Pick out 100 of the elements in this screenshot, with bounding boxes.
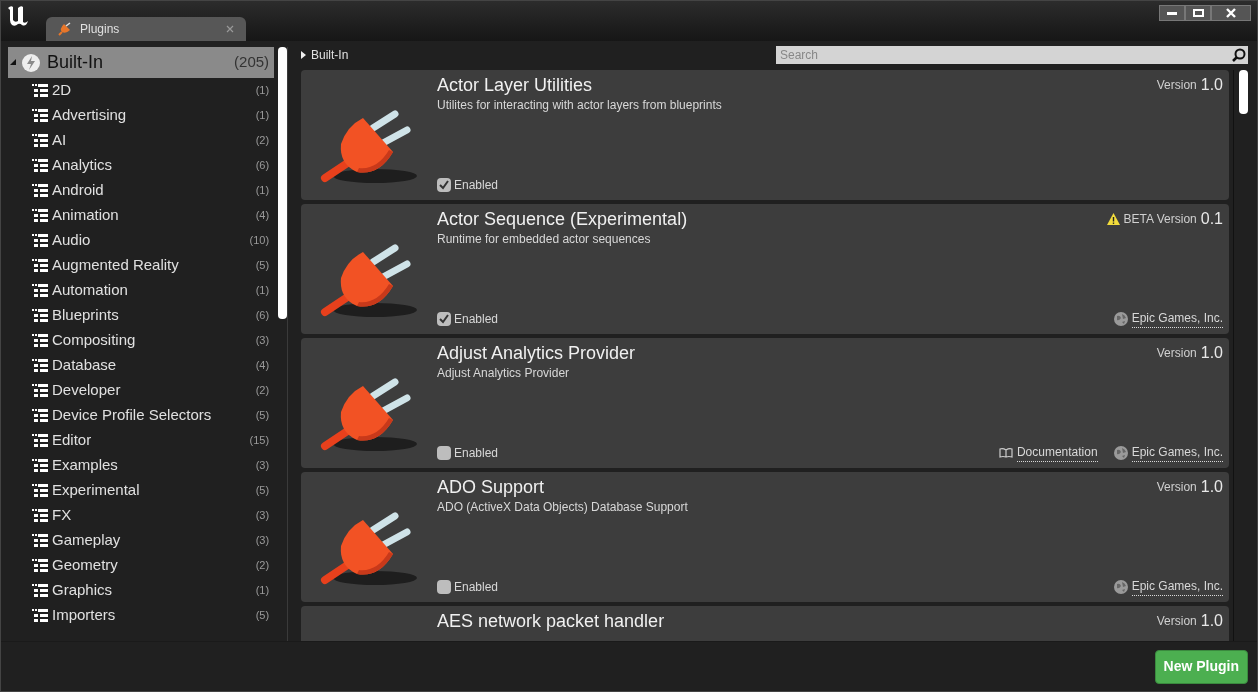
version-label: BETA Version [1123, 211, 1197, 228]
plugin-card[interactable]: Actor Layer Utilities Utilites for interacting with actor layers from blueprints Version 1.0 Enabled [301, 70, 1229, 200]
check-icon [439, 180, 449, 190]
item-label: Device Profile Selectors [52, 405, 213, 426]
list-icon [32, 209, 48, 222]
list-icon [32, 134, 48, 147]
item-count: (5) [255, 408, 270, 424]
item-label: Advertising [52, 105, 128, 126]
list-icon [32, 484, 48, 497]
item-count: (5) [255, 258, 270, 274]
tree-item[interactable]: AI (2) [8, 128, 275, 153]
item-label: Animation [52, 205, 120, 226]
tree-item[interactable]: Automation (1) [8, 278, 275, 303]
enabled-label: Enabled [454, 177, 499, 194]
maximize-icon [1192, 9, 1204, 17]
item-label: Importers [52, 605, 117, 626]
item-count: (4) [255, 208, 270, 224]
scrollbar-thumb[interactable] [278, 47, 287, 319]
plugins-tab[interactable]: Plugins [46, 17, 246, 41]
plugin-title: Actor Sequence (Experimental) [437, 208, 688, 231]
tree-item[interactable]: Blueprints (6) [8, 303, 275, 328]
item-count: (6) [255, 308, 270, 324]
plugin-card[interactable]: Adjust Analytics Provider Adjust Analytics Provider Version 1.0 Enabled Documentation Epic Games, Inc. [301, 338, 1229, 468]
plugin-card[interactable]: ADO Support ADO (ActiveX Data Objects) Database Support Version 1.0 Enabled Epic Games, Inc. [301, 472, 1229, 602]
tree-item[interactable]: Animation (4) [8, 203, 275, 228]
item-label: Analytics [52, 155, 114, 176]
list-icon [32, 459, 48, 472]
item-label: 2D [52, 80, 73, 101]
item-label: Editor [52, 430, 93, 451]
tree-item[interactable]: Editor (15) [8, 428, 275, 453]
tree-item[interactable]: Geometry (2) [8, 553, 275, 578]
tree-item[interactable]: Graphics (1) [8, 578, 275, 603]
version-number: 1.0 [1200, 612, 1223, 630]
list-icon [32, 509, 48, 522]
list-icon [32, 184, 48, 197]
item-count: (6) [255, 158, 270, 174]
tree-item[interactable]: Database (4) [8, 353, 275, 378]
version-number: 1.0 [1200, 478, 1223, 496]
category-count: (205) [234, 52, 270, 73]
close-icon [1226, 8, 1236, 18]
item-label: Android [52, 180, 105, 201]
scrollbar-thumb[interactable] [1239, 70, 1248, 114]
minimize-button[interactable] [1159, 5, 1185, 21]
category-label: Built-In [47, 51, 105, 74]
collapse-arrow-icon[interactable] [10, 59, 17, 66]
version-label: Version [1156, 77, 1197, 94]
close-icon[interactable] [226, 25, 234, 33]
enabled-checkbox[interactable] [437, 311, 451, 326]
globe-icon [1113, 579, 1128, 594]
plugin-card[interactable]: AES network packet handler Version 1.0 [301, 606, 1229, 641]
item-count: (2) [255, 558, 270, 574]
minimize-icon [1167, 11, 1177, 15]
plugin-card[interactable]: Actor Sequence (Experimental) Runtime for embedded actor sequences BETA Version 0.1 Enabled Epic Games, Inc. [301, 204, 1229, 334]
tree-category-row[interactable]: Built-In (205) [8, 47, 275, 78]
tree-item[interactable]: Importers (5) [8, 603, 275, 628]
item-count: (1) [255, 583, 270, 599]
item-count: (1) [255, 183, 270, 199]
tree-item[interactable]: Audio (10) [8, 228, 275, 253]
tree-item[interactable]: Examples (3) [8, 453, 275, 478]
item-label: Geometry [52, 555, 119, 576]
list-icon [32, 384, 48, 397]
enabled-checkbox[interactable] [437, 445, 451, 460]
item-label: Experimental [52, 480, 141, 501]
list-icon [32, 359, 48, 372]
close-button[interactable] [1211, 5, 1251, 21]
enabled-checkbox[interactable] [437, 178, 451, 192]
tree-item[interactable]: Device Profile Selectors (5) [8, 403, 275, 428]
item-label: Compositing [52, 330, 137, 351]
list-icon [32, 609, 48, 622]
plugin-title: ADO Support [437, 476, 546, 499]
item-count: (3) [255, 333, 270, 349]
tree-item[interactable]: Experimental (5) [8, 478, 275, 503]
search-icon [1232, 48, 1246, 62]
list-icon [32, 284, 48, 297]
list-icon [32, 434, 48, 447]
tree-item[interactable]: Advertising (1) [8, 103, 275, 128]
vendor-link[interactable]: Epic Games, Inc. [1131, 577, 1223, 596]
breadcrumb[interactable]: Built-In [311, 46, 349, 64]
item-label: Blueprints [52, 305, 120, 326]
tree-item[interactable]: Analytics (6) [8, 153, 275, 178]
tree-item[interactable]: Android (1) [8, 178, 275, 203]
tree-item[interactable]: Gameplay (3) [8, 528, 275, 553]
tree-item[interactable]: Compositing (3) [8, 328, 275, 353]
item-count: (1) [255, 283, 270, 299]
enabled-checkbox[interactable] [437, 579, 451, 594]
tree-item[interactable]: Augmented Reality (5) [8, 253, 275, 278]
tree-item[interactable]: 2D (1) [8, 78, 275, 103]
lightning-icon [21, 52, 41, 73]
globe-icon [1113, 311, 1128, 326]
plugin-description: Utilites for interacting with actor layers from blueprints [437, 97, 722, 113]
tree-item[interactable]: FX (3) [8, 503, 275, 528]
vendor-link[interactable]: Epic Games, Inc. [1131, 443, 1223, 462]
version-number: 1.0 [1200, 344, 1223, 362]
documentation-link[interactable]: Documentation [1016, 443, 1098, 462]
item-count: (3) [255, 458, 270, 474]
breadcrumb-arrow-icon [301, 51, 306, 59]
maximize-button[interactable] [1185, 5, 1211, 21]
enabled-label: Enabled [454, 310, 499, 328]
vendor-link[interactable]: Epic Games, Inc. [1131, 309, 1223, 328]
tree-item[interactable]: Developer (2) [8, 378, 275, 403]
